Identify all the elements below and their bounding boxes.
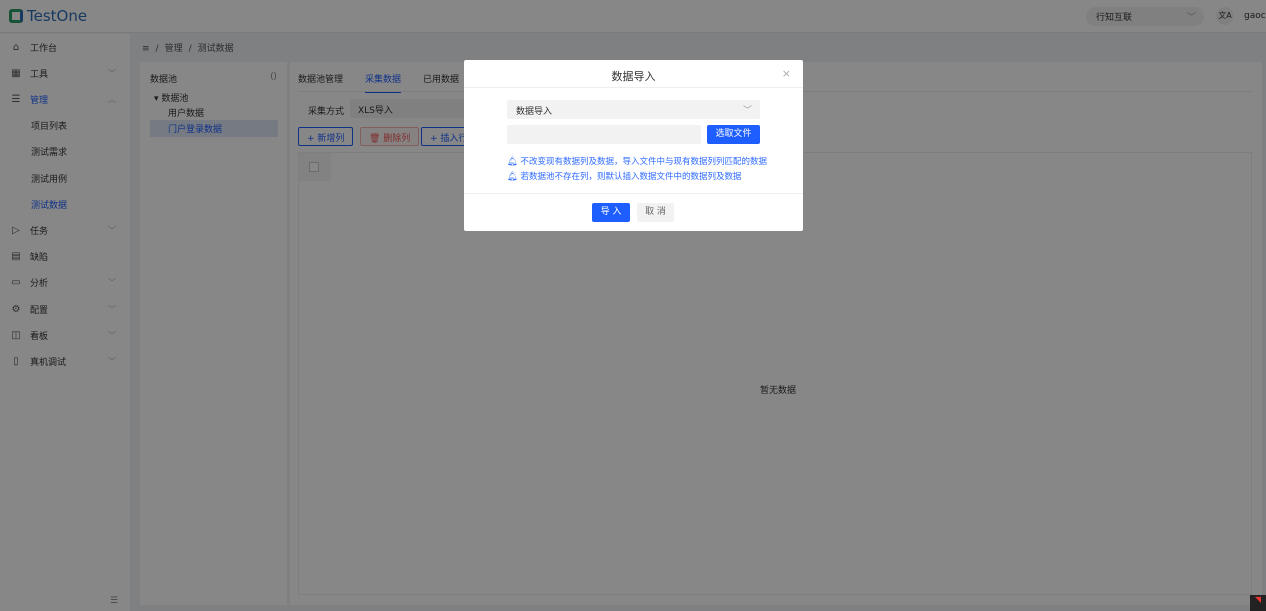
divider bbox=[464, 193, 803, 194]
pick-file-button[interactable]: 选取文件 bbox=[707, 125, 760, 144]
modal-title: 数据导入 bbox=[611, 70, 656, 83]
cancel-button[interactable]: 取 消 bbox=[637, 203, 674, 222]
file-path-input[interactable] bbox=[507, 125, 701, 144]
close-icon[interactable]: × bbox=[782, 67, 791, 80]
tip-1: 🔔︎ 不改变现有数据列及数据，导入文件中与现有数据列列匹配的数据 bbox=[507, 157, 768, 167]
bell-icon: 🔔︎ bbox=[507, 172, 521, 182]
divider bbox=[464, 87, 803, 88]
bell-icon: 🔔︎ bbox=[507, 157, 521, 167]
import-modal: 数据导入 × 数据导入 ﹀ 选取文件 🔔︎ 不改变现有数据列及数据，导入文件中与现… bbox=[464, 60, 803, 231]
import-button[interactable]: 导 入 bbox=[592, 203, 630, 222]
corner-icon: ◥ bbox=[1250, 595, 1266, 611]
import-type-select[interactable]: 数据导入 ﹀ bbox=[507, 100, 760, 119]
chevron-down-icon: ﹀ bbox=[742, 106, 752, 116]
tip-2: 🔔︎ 若数据池不存在列，则默认插入数据文件中的数据列及数据 bbox=[507, 172, 742, 182]
